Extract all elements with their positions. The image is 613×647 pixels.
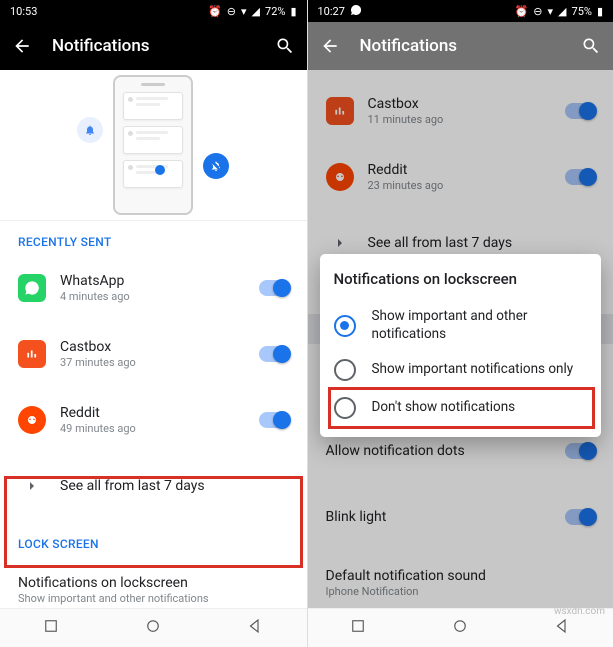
section-lock-screen: LOCK SCREEN xyxy=(0,523,307,557)
app-row-reddit[interactable]: Reddit 23 minutes ago xyxy=(308,144,613,210)
chevron-right-icon xyxy=(326,235,354,251)
see-all-label: See all from last 7 days xyxy=(368,235,596,251)
lockscreen-sub: Show important and other notifications xyxy=(18,592,289,605)
whatsapp-icon xyxy=(18,274,46,302)
row-label: Allow notification dots xyxy=(326,443,566,459)
watermark: wsxdn.com xyxy=(554,606,605,617)
radio-icon xyxy=(334,397,356,419)
alarm-icon: ⏰ xyxy=(515,5,529,18)
chevron-right-icon xyxy=(18,478,46,494)
section-recently-sent: RECENTLY SENT xyxy=(0,221,307,255)
radio-option-0[interactable]: Show important and other notifications xyxy=(334,300,594,351)
row-label: Blink light xyxy=(326,509,566,525)
radio-option-2[interactable]: Don't show notifications xyxy=(334,389,594,427)
alarm-icon: ⏰ xyxy=(208,5,222,18)
row-label: Default notification sound xyxy=(326,568,596,584)
radio-label: Show important notifications only xyxy=(372,361,574,379)
search-button[interactable] xyxy=(581,36,601,56)
castbox-icon xyxy=(326,97,354,125)
app-name: Reddit xyxy=(60,405,259,421)
signal-icon: ◢ xyxy=(558,5,566,18)
back-button[interactable] xyxy=(12,36,32,56)
battery-icon: ▮ xyxy=(597,5,603,18)
app-sub: 11 minutes ago xyxy=(368,113,566,126)
status-bar: 10:27 ⏰ ⊖ ▾ ◢ 75% ▮ xyxy=(308,0,613,22)
app-sub: 23 minutes ago xyxy=(368,179,566,192)
toggle-castbox[interactable] xyxy=(565,103,595,119)
app-name: Reddit xyxy=(368,162,566,178)
app-row-castbox[interactable]: Castbox 11 minutes ago xyxy=(308,70,613,144)
nav-home[interactable] xyxy=(144,617,162,639)
castbox-icon xyxy=(18,340,46,368)
nav-recents[interactable] xyxy=(42,617,60,639)
content-area: RECENTLY SENT WhatsApp 4 minutes ago Cas… xyxy=(0,70,307,608)
status-time: 10:27 xyxy=(318,5,345,18)
see-all-label: See all from last 7 days xyxy=(60,478,289,494)
app-header: Notifications xyxy=(0,22,307,70)
app-row-reddit[interactable]: Reddit 49 minutes ago xyxy=(0,387,307,453)
phone-left: 10:53 ⏰ ⊖ ▾ ◢ 72% ▮ Notifications xyxy=(0,0,308,647)
dialog-title: Notifications on lockscreen xyxy=(334,270,594,288)
back-button[interactable] xyxy=(320,36,340,56)
app-name: Castbox xyxy=(368,96,566,112)
radio-option-1[interactable]: Show important notifications only xyxy=(334,351,594,389)
row-default-sound[interactable]: Default notification sound Iphone Notifi… xyxy=(308,550,613,608)
dnd-icon: ⊖ xyxy=(227,5,236,18)
reddit-icon xyxy=(326,163,354,191)
see-all-row[interactable]: See all from last 7 days xyxy=(0,453,307,519)
app-sub: 37 minutes ago xyxy=(60,356,259,369)
status-bar: 10:53 ⏰ ⊖ ▾ ◢ 72% ▮ xyxy=(0,0,307,22)
lockscreen-dialog: Notifications on lockscreen Show importa… xyxy=(320,254,602,437)
radio-icon xyxy=(334,359,356,381)
dnd-icon: ⊖ xyxy=(533,5,542,18)
hero-illustration xyxy=(0,70,307,221)
nav-back[interactable] xyxy=(553,617,571,639)
search-button[interactable] xyxy=(275,36,295,56)
battery-text: 72% xyxy=(265,5,285,18)
toggle-reddit[interactable] xyxy=(259,412,289,428)
bell-off-icon xyxy=(203,153,229,179)
toggle-reddit[interactable] xyxy=(565,169,595,185)
lockscreen-row[interactable]: Notifications on lockscreen Show importa… xyxy=(0,557,307,608)
content-area: Castbox 11 minutes ago Reddit 23 minutes… xyxy=(308,70,613,608)
toggle-whatsapp[interactable] xyxy=(259,280,289,296)
radio-label: Show important and other notifications xyxy=(372,308,594,343)
reddit-icon xyxy=(18,406,46,434)
bell-icon xyxy=(77,117,103,143)
app-sub: 4 minutes ago xyxy=(60,290,259,303)
app-name: Castbox xyxy=(60,339,259,355)
lockscreen-label: Notifications on lockscreen xyxy=(18,575,289,591)
signal-icon: ◢ xyxy=(252,5,260,18)
nav-home[interactable] xyxy=(451,617,469,639)
app-row-whatsapp[interactable]: WhatsApp 4 minutes ago xyxy=(0,255,307,321)
row-blink[interactable]: Blink light xyxy=(308,484,613,550)
row-sub: Iphone Notification xyxy=(326,585,596,598)
toggle-blink[interactable] xyxy=(565,509,595,525)
status-time: 10:53 xyxy=(10,5,37,18)
nav-recents[interactable] xyxy=(349,617,367,639)
toggle-dots[interactable] xyxy=(565,443,595,459)
battery-text: 75% xyxy=(572,5,592,18)
nav-bar xyxy=(0,608,307,647)
app-sub: 49 minutes ago xyxy=(60,422,259,435)
app-header: Notifications xyxy=(308,22,613,70)
wifi-icon: ▾ xyxy=(548,5,554,18)
toggle-castbox[interactable] xyxy=(259,346,289,362)
battery-icon: ▮ xyxy=(290,5,296,18)
app-row-castbox[interactable]: Castbox 37 minutes ago xyxy=(0,321,307,387)
page-title: Notifications xyxy=(360,36,582,56)
page-title: Notifications xyxy=(52,36,275,56)
phone-right: 10:27 ⏰ ⊖ ▾ ◢ 75% ▮ Notifications xyxy=(308,0,613,647)
app-name: WhatsApp xyxy=(60,273,259,289)
radio-icon xyxy=(334,315,356,337)
radio-label: Don't show notifications xyxy=(372,399,516,417)
whatsapp-notif-icon xyxy=(350,4,362,19)
wifi-icon: ▾ xyxy=(241,5,247,18)
nav-back[interactable] xyxy=(246,617,264,639)
